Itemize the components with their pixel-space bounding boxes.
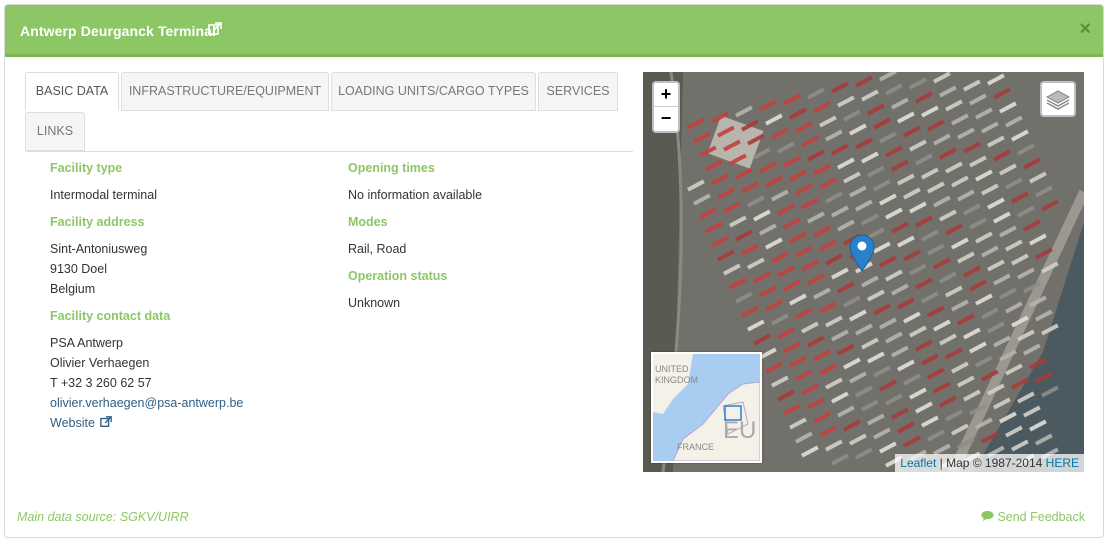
operation-status-value: Unknown [348, 296, 401, 310]
layers-icon [1045, 90, 1071, 110]
attribution-text: | Map © 1987-2014 [936, 456, 1046, 470]
send-feedback-link[interactable]: Send Feedback [981, 510, 1085, 524]
facility-type-value: Intermodal terminal [50, 188, 157, 202]
map-attribution: Leaflet | Map © 1987-2014 HERE [895, 454, 1084, 472]
facility-title: Antwerp Deurganck Terminal [20, 23, 217, 39]
data-source-note: Main data source: SGKV/UIRR [17, 510, 189, 524]
modes-label: Modes [348, 215, 388, 229]
address-line-2: 9130 Doel [50, 262, 107, 276]
tab-infrastructure[interactable]: INFRASTRUCTURE/EQUIPMENT [121, 72, 329, 111]
here-link[interactable]: HERE [1046, 456, 1079, 470]
panel-header: Antwerp Deurganck Terminal × [5, 5, 1103, 57]
comment-icon [981, 510, 994, 522]
facility-contact-label: Facility contact data [50, 309, 171, 323]
modes-value: Rail, Road [348, 242, 407, 256]
leaflet-link[interactable]: Leaflet [900, 456, 936, 470]
external-link-icon[interactable] [208, 22, 222, 36]
minimap-view: UNITED KINGDOM FRANCE EU [653, 354, 760, 461]
tab-loading-units[interactable]: LOADING UNITS/CARGO TYPES [331, 72, 536, 111]
tab-basic-data[interactable]: BASIC DATA [25, 72, 119, 111]
opening-times-label: Opening times [348, 161, 435, 175]
contact-email-link[interactable]: olivier.verhaegen@psa-antwerp.be [50, 396, 243, 410]
facility-type-label: Facility type [50, 161, 123, 175]
operation-status-label: Operation status [348, 269, 448, 283]
website-label: Website [50, 416, 95, 430]
send-feedback-label: Send Feedback [997, 510, 1085, 524]
external-link-icon [100, 416, 113, 427]
minimap-label-france: FRANCE [677, 442, 714, 452]
satellite-map[interactable]: + − UNITED KINGDOM FRANCE EU Leaflet | M… [643, 72, 1084, 472]
contact-company: PSA Antwerp [50, 336, 123, 350]
facility-panel: Antwerp Deurganck Terminal × BASIC DATA … [4, 4, 1104, 538]
map-marker-icon[interactable] [849, 234, 875, 272]
close-button[interactable]: × [1079, 19, 1091, 39]
layers-button[interactable] [1040, 81, 1076, 117]
zoom-control: + − [652, 81, 680, 133]
zoom-in-button[interactable]: + [654, 83, 678, 107]
opening-times-value: No information available [348, 188, 483, 202]
website-link[interactable]: Website [50, 416, 113, 430]
tab-services[interactable]: SERVICES [538, 72, 618, 111]
minimap-label-eu: EU [723, 417, 756, 444]
minimap-label-kingdom: KINGDOM [655, 375, 698, 385]
contact-phone: T +32 3 260 62 57 [50, 376, 152, 390]
tab-divider [26, 151, 633, 152]
address-line-1: Sint-Antoniusweg [50, 242, 148, 256]
minimap[interactable]: UNITED KINGDOM FRANCE EU [651, 352, 762, 463]
contact-person: Olivier Verhaegen [50, 356, 150, 370]
tab-links[interactable]: LINKS [25, 112, 85, 151]
zoom-out-button[interactable]: − [654, 107, 678, 131]
facility-address-label: Facility address [50, 215, 145, 229]
address-line-3: Belgium [50, 282, 96, 296]
minimap-label-united: UNITED [655, 364, 689, 374]
